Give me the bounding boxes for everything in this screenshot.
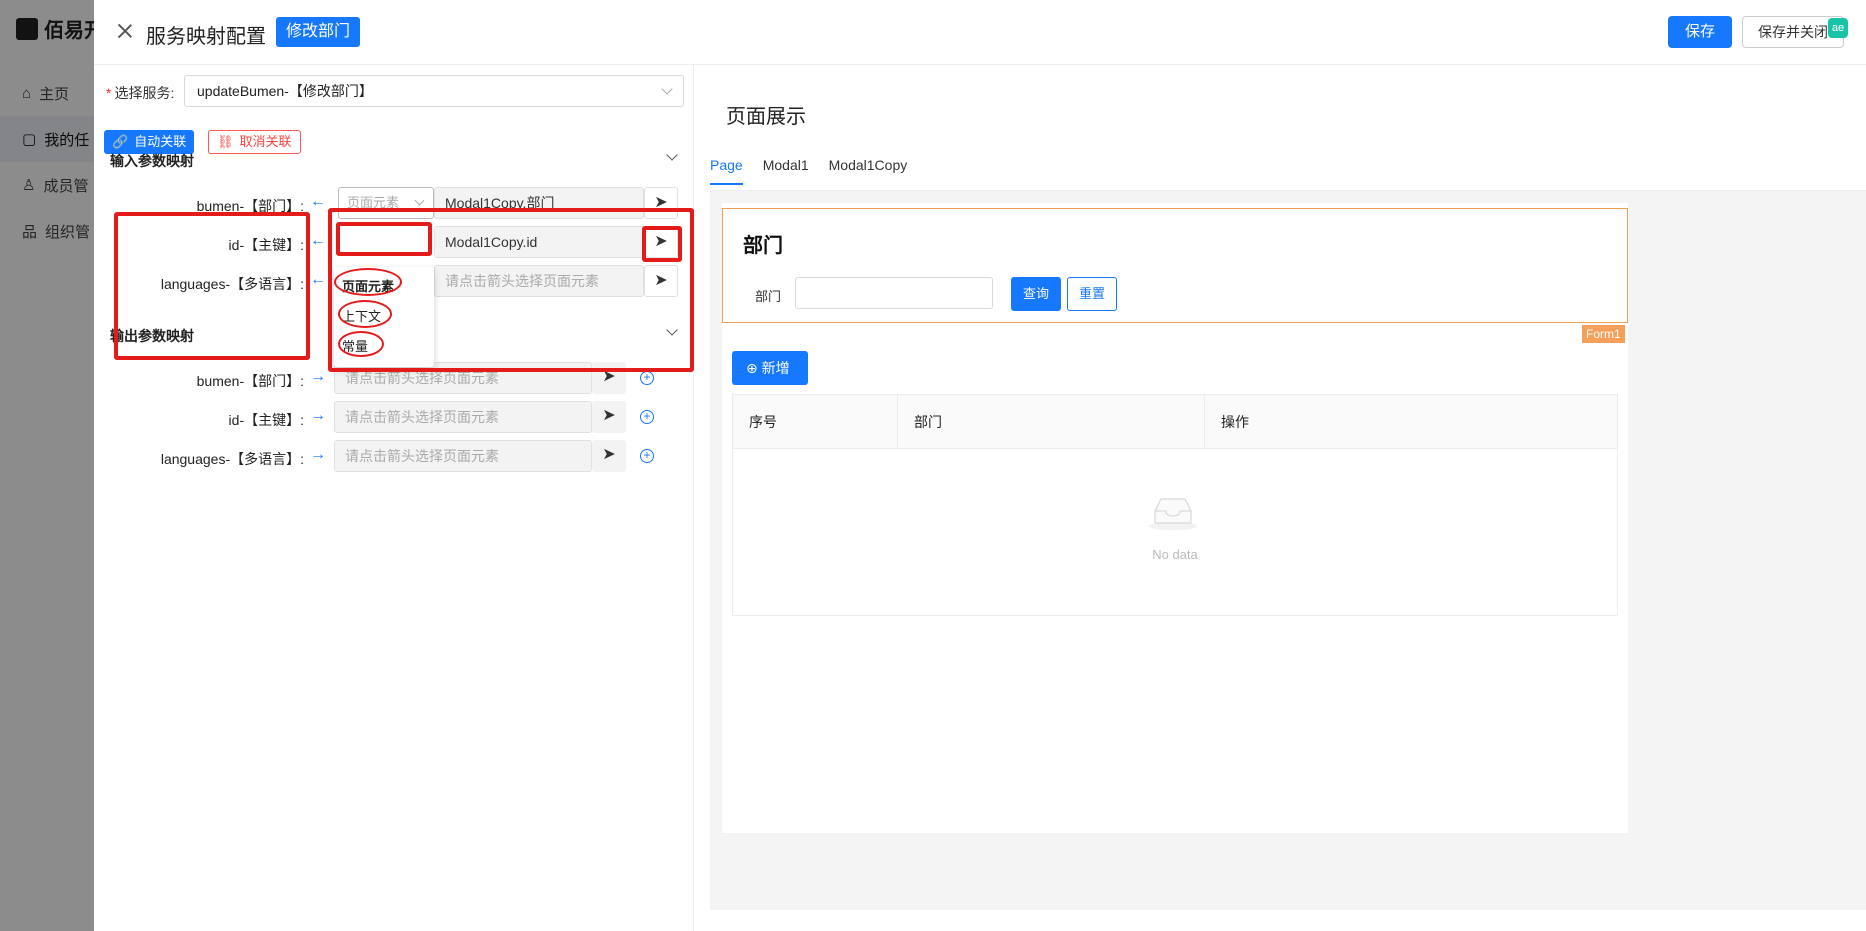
cancel-link-button[interactable]: ⛓ 取消关联 <box>208 130 301 154</box>
table-header-index: 序号 <box>733 395 898 449</box>
service-select[interactable]: updateBumen-【修改部门】 <box>184 75 684 107</box>
chevron-down-icon <box>661 83 673 95</box>
add-button[interactable]: ⊕ 新增 <box>732 351 808 385</box>
output-param-label-id: id-【主键】: <box>228 412 304 428</box>
drawer-title: 服务映射配置 <box>146 26 266 48</box>
output-param-value-id[interactable]: 请点击箭头选择页面元素 <box>334 401 592 433</box>
output-param-value-languages[interactable]: 请点击箭头选择页面元素 <box>334 440 592 472</box>
pointer-icon[interactable]: ➤ <box>592 401 626 433</box>
annotation-box-type-select <box>336 222 432 256</box>
arrow-left-icon: ← <box>310 271 326 288</box>
query-button[interactable]: 查询 <box>1011 277 1061 311</box>
preview-title: 页面展示 <box>726 106 806 128</box>
table-header: 序号 部门 操作 <box>733 395 1617 449</box>
table-header-dept: 部门 <box>898 395 1205 449</box>
arrow-left-icon: ← <box>310 232 326 249</box>
form-field-label: 部门 <box>755 289 782 304</box>
form-title: 部门 <box>743 235 783 257</box>
output-param-label-languages: languages-【多语言】: <box>160 451 304 467</box>
table-header-actions: 操作 <box>1221 414 1249 430</box>
preview-tabs: Page Modal1 Modal1Copy <box>710 157 907 185</box>
mapping-panel: * 选择服务: updateBumen-【修改部门】 🔗 自动关联 ⛓ 取消关联 输入… <box>94 65 694 931</box>
form1-tag: Form1 <box>1582 325 1625 343</box>
page-preview-panel: 页面展示 Page Modal1 Modal1Copy 部门 部门 查询 重置 … <box>694 65 1866 931</box>
annotation-box-input-labels <box>114 212 310 360</box>
tab-modal1copy[interactable]: Modal1Copy <box>829 157 908 185</box>
add-circle-icon[interactable]: + <box>640 410 654 424</box>
annotation-oval-page-element <box>334 268 402 296</box>
add-circle-icon: ⊕ <box>746 360 758 376</box>
reset-button[interactable]: 重置 <box>1067 277 1117 311</box>
form-field-input[interactable] <box>795 277 993 309</box>
input-section-title: 输入参数映射 <box>110 153 194 169</box>
save-button[interactable]: 保存 <box>1668 16 1732 48</box>
arrow-left-icon: ← <box>310 193 326 210</box>
unlink-icon: ⛓ <box>217 134 234 149</box>
arrow-right-icon: → <box>310 446 326 463</box>
extension-badge-icon[interactable]: ae <box>1828 18 1848 38</box>
close-icon[interactable] <box>116 22 134 40</box>
preview-canvas: 部门 部门 查询 重置 Form1 ⊕ 新增 序号 部门 操作 No data <box>710 190 1866 910</box>
tab-modal1[interactable]: Modal1 <box>763 157 809 185</box>
form1-component[interactable]: 部门 部门 查询 重置 <box>722 208 1628 323</box>
empty-text: No data <box>1152 547 1198 562</box>
annotation-oval-constant <box>338 331 384 357</box>
service-mapping-drawer: 服务映射配置 修改部门 保存 保存并关闭 ae * 选择服务: updateBum… <box>94 0 1866 931</box>
arrow-right-icon: → <box>310 407 326 424</box>
service-label: * 选择服务: <box>106 85 175 101</box>
title-tag: 修改部门 <box>276 17 361 47</box>
chevron-down-icon <box>414 195 425 206</box>
add-circle-icon[interactable]: + <box>640 371 654 385</box>
tab-page[interactable]: Page <box>710 157 743 185</box>
annotation-box-pointer <box>642 226 682 262</box>
drawer-header: 服务映射配置 修改部门 保存 保存并关闭 ae <box>94 0 1866 65</box>
empty-box-icon <box>1149 498 1197 530</box>
service-select-value: updateBumen-【修改部门】 <box>197 83 373 99</box>
annotation-oval-context <box>338 300 392 328</box>
canvas-page: 部门 部门 查询 重置 Form1 ⊕ 新增 序号 部门 操作 No data <box>722 203 1628 833</box>
chevron-down-icon[interactable] <box>666 149 678 161</box>
arrow-right-icon: → <box>310 368 326 385</box>
output-param-label-bumen: bumen-【部门】: <box>196 373 304 389</box>
data-table: 序号 部门 操作 No data <box>732 394 1618 616</box>
pointer-icon[interactable]: ➤ <box>592 440 626 472</box>
add-circle-icon[interactable]: + <box>640 449 654 463</box>
